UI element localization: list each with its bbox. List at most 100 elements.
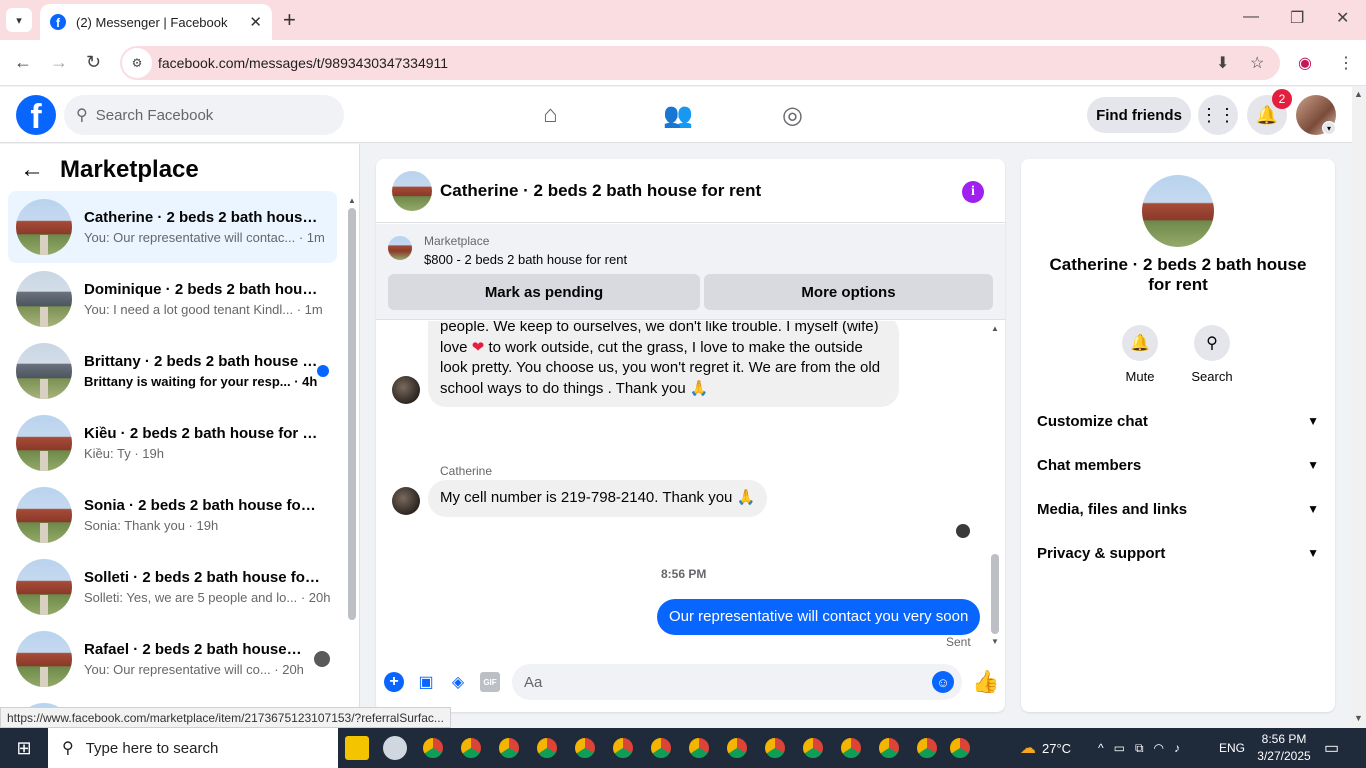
facebook-favicon-icon: f (50, 14, 66, 30)
conversation-list-scrollbar[interactable]: ▲ (346, 196, 356, 624)
browser-tab[interactable]: f (2) Messenger | Facebook ✕ (40, 4, 272, 40)
conversation-item[interactable]: Sonia · 2 beds 2 bath house for rent Son… (8, 479, 337, 551)
conversation-name: Solleti · 2 beds 2 bath house for rent (84, 569, 320, 586)
weather-widget[interactable]: ☁ 27°C (1020, 728, 1071, 768)
privacy-support-row[interactable]: Privacy & support ▼ (1037, 535, 1319, 571)
app-icon[interactable] (383, 736, 407, 760)
listing-title[interactable]: $800 - 2 beds 2 bath house for rent (424, 252, 627, 267)
taskbar-clock[interactable]: 8:56 PM 3/27/2025 (1248, 731, 1320, 765)
facebook-search-input[interactable]: ⚲ Search Facebook (64, 95, 344, 135)
chrome-icon[interactable] (839, 736, 863, 760)
home-icon[interactable]: ⌂ (543, 101, 558, 129)
profile-icon[interactable]: ◉ (1298, 53, 1312, 73)
chrome-icon[interactable] (497, 736, 521, 760)
back-icon[interactable]: ← (14, 52, 32, 73)
tab-search-menu-icon[interactable]: ▾ (6, 8, 32, 32)
chrome-icon[interactable] (459, 736, 483, 760)
apps-grid-icon[interactable]: ⋮⋮ (1198, 95, 1238, 135)
thumbs-up-icon[interactable]: 👍 (972, 669, 999, 695)
back-arrow-icon[interactable]: ← (20, 156, 44, 184)
search-conversation-button[interactable]: ⚲ Search (1177, 325, 1247, 384)
outgoing-message-bubble[interactable]: Our representative will contact you very… (657, 599, 981, 635)
browser-menu-icon[interactable]: ⋮ (1338, 53, 1354, 73)
chat-members-row[interactable]: Chat members ▼ (1037, 447, 1319, 483)
contact-avatar[interactable] (1142, 175, 1214, 247)
install-app-icon[interactable]: ⬇ (1216, 53, 1229, 73)
plus-icon[interactable]: + (384, 672, 404, 692)
more-options-button[interactable]: More options (704, 274, 993, 310)
find-friends-button[interactable]: Find friends (1087, 97, 1191, 133)
chrome-icon[interactable] (763, 736, 787, 760)
photo-icon[interactable]: ▣ (416, 672, 436, 692)
mark-as-pending-button[interactable]: Mark as pending (388, 274, 700, 310)
conversation-item[interactable]: Kiều · 2 beds 2 bath house for rent Kiều… (8, 407, 337, 479)
scroll-up-icon[interactable]: ▲ (1354, 89, 1363, 99)
chevron-down-icon[interactable]: ▾ (1322, 121, 1336, 135)
forward-icon[interactable]: → (50, 52, 68, 73)
omnibox[interactable]: ⚙ facebook.com/messages/t/98934303473349… (120, 46, 1280, 80)
notification-center-icon[interactable]: ▭ (1324, 728, 1339, 768)
chrome-icon[interactable] (801, 736, 825, 760)
chat-title[interactable]: Catherine · 2 beds 2 bath house for rent (440, 181, 761, 201)
sticker-icon[interactable]: ◈ (448, 672, 468, 692)
media-files-links-row[interactable]: Media, files and links ▼ (1037, 491, 1319, 527)
chrome-icon[interactable] (611, 736, 635, 760)
close-window-icon[interactable]: ✕ (1336, 8, 1349, 28)
conversation-item[interactable]: Rafael · 2 beds 2 bath house for rent Yo… (8, 623, 337, 695)
url-text[interactable]: facebook.com/messages/t/9893430347334911 (158, 55, 448, 71)
info-icon[interactable]: i (962, 181, 984, 203)
minimize-icon[interactable]: — (1243, 8, 1259, 26)
scrollbar-thumb[interactable] (348, 208, 356, 620)
restore-icon[interactable]: ❐ (1290, 8, 1304, 28)
incoming-message-bubble[interactable]: My cell number is 219-798-2140. Thank yo… (428, 480, 768, 517)
conversation-item[interactable]: Catherine · 2 beds 2 bath house for rent… (8, 191, 337, 263)
groups-icon[interactable]: ◎ (782, 101, 803, 130)
seen-receipt-avatar (956, 524, 970, 538)
incoming-message-bubble[interactable]: people. We keep to ourselves, we don't l… (428, 321, 899, 407)
new-tab-icon[interactable]: + (283, 8, 296, 32)
scroll-up-icon[interactable]: ▲ (991, 324, 999, 333)
sender-avatar[interactable] (392, 487, 420, 515)
windows-start-icon[interactable]: ⊞ (0, 728, 48, 768)
reload-icon[interactable]: ↻ (86, 52, 101, 73)
chevron-down-icon: ▼ (1307, 546, 1319, 560)
contact-name: Catherine · 2 beds 2 bath house for rent (1049, 255, 1307, 294)
emoji-icon[interactable]: ☺ (932, 671, 954, 693)
chrome-icon[interactable] (687, 736, 711, 760)
chat-avatar[interactable] (392, 170, 432, 211)
site-info-icon[interactable]: ⚙ (122, 48, 152, 78)
scroll-up-icon[interactable]: ▲ (348, 196, 356, 205)
language-indicator[interactable]: ENG (1219, 728, 1245, 768)
close-tab-icon[interactable]: ✕ (249, 13, 262, 31)
listing-thumbnail[interactable] (388, 236, 412, 260)
scroll-down-icon[interactable]: ▼ (1354, 713, 1363, 723)
sender-avatar[interactable] (392, 376, 420, 404)
bookmark-star-icon[interactable]: ☆ (1250, 53, 1264, 73)
sticky-notes-icon[interactable] (345, 736, 369, 760)
chrome-icon[interactable] (649, 736, 673, 760)
chrome-icon[interactable] (421, 736, 445, 760)
gif-icon[interactable]: GIF (480, 672, 500, 692)
page-scrollbar[interactable]: ▲ ▼ (1352, 87, 1366, 727)
read-receipt-avatar (314, 651, 330, 667)
friends-icon[interactable]: 👥 (663, 101, 693, 130)
customize-chat-row[interactable]: Customize chat ▼ (1037, 403, 1319, 439)
chrome-icon[interactable] (877, 736, 901, 760)
conversation-item[interactable]: Solleti · 2 beds 2 bath house for rent S… (8, 551, 337, 623)
conversation-item[interactable]: Dominique · 2 beds 2 bath house for rent… (8, 263, 337, 335)
mute-button[interactable]: 🔔 Mute (1105, 325, 1175, 384)
taskbar-search-box[interactable]: ⚲ Type here to search (48, 728, 338, 768)
chrome-icon[interactable] (535, 736, 559, 760)
chrome-icon[interactable] (948, 736, 972, 760)
message-input[interactable]: Aa (512, 664, 962, 700)
conversation-name: Sonia · 2 beds 2 bath house for rent (84, 497, 320, 514)
scroll-down-icon[interactable]: ▼ (991, 637, 999, 646)
conversation-item[interactable]: Brittany · 2 beds 2 bath house for rent … (8, 335, 337, 407)
chat-scrollbar[interactable]: ▲ ▼ (988, 324, 1000, 649)
scrollbar-thumb[interactable] (991, 554, 999, 634)
facebook-logo-icon[interactable]: f (16, 95, 56, 135)
chrome-icon[interactable] (915, 736, 939, 760)
chrome-icon[interactable] (573, 736, 597, 760)
chrome-icon[interactable] (725, 736, 749, 760)
system-tray-icons[interactable]: ^▭⧉◠♪ (1098, 728, 1190, 768)
